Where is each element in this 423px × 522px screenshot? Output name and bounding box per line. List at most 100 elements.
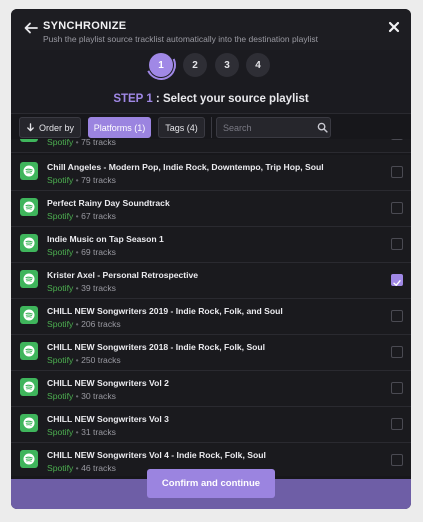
search-input[interactable] [223, 118, 313, 137]
search-icon[interactable] [317, 122, 328, 133]
step-heading: STEP 1 : Select your source playlist [11, 93, 411, 105]
playlist-track-count: 46 tracks [81, 463, 116, 473]
tags-filter-button[interactable]: Tags (4) [158, 117, 205, 138]
spotify-icon [20, 378, 38, 396]
arrow-left-icon[interactable] [23, 20, 39, 36]
close-icon[interactable] [387, 20, 401, 34]
separator-dot: • [73, 391, 82, 401]
separator-dot: • [73, 247, 82, 257]
separator-dot: • [73, 283, 82, 293]
playlist-service: Spotify [47, 247, 74, 257]
playlist-name: Chill Angeles - Modern Pop, Indie Rock, … [47, 162, 324, 172]
playlist-checkbox[interactable] [391, 382, 403, 394]
playlist-meta: Spotify • 46 tracks [47, 463, 116, 473]
step-number: STEP 1 [113, 93, 153, 105]
spotify-icon [20, 198, 38, 216]
separator-dot: • [73, 427, 82, 437]
playlist-service: Spotify [47, 319, 74, 329]
step-4[interactable]: 4 [246, 53, 270, 77]
playlist-list[interactable]: Spotify • 75 tracks Chill Angeles - Moder… [11, 139, 411, 476]
playlist-meta: Spotify • 69 tracks [47, 247, 116, 257]
playlist-track-count: 67 tracks [81, 211, 116, 221]
playlist-row[interactable]: CHILL NEW Songwriters 2018 - Indie Rock,… [11, 335, 411, 371]
playlist-name: CHILL NEW Songwriters Vol 3 [47, 414, 169, 424]
step-instruction: : Select your source playlist [152, 93, 309, 105]
spotify-icon [20, 139, 38, 142]
confirm-button[interactable]: Confirm and continue [147, 469, 275, 498]
playlist-track-count: 79 tracks [81, 175, 116, 185]
spotify-icon [20, 306, 38, 324]
playlist-track-count: 39 tracks [81, 283, 116, 293]
playlist-row[interactable]: CHILL NEW Songwriters Vol 3 Spotify • 31 … [11, 407, 411, 443]
playlist-checkbox[interactable] [391, 202, 403, 214]
playlist-name: Perfect Rainy Day Soundtrack [47, 198, 170, 208]
playlist-service: Spotify [47, 427, 74, 437]
playlist-checkbox[interactable] [391, 166, 403, 178]
playlist-meta: Spotify • 67 tracks [47, 211, 116, 221]
playlist-checkbox[interactable] [391, 139, 403, 140]
playlist-track-count: 206 tracks [81, 319, 121, 329]
playlist-meta: Spotify • 75 tracks [47, 139, 116, 147]
playlist-name: CHILL NEW Songwriters Vol 2 [47, 378, 169, 388]
dialog-subtitle: Push the playlist source tracklist autom… [43, 34, 318, 44]
playlist-row[interactable]: Krister Axel - Personal Retrospective Spo… [11, 263, 411, 299]
playlist-track-count: 75 tracks [81, 139, 116, 147]
step-1[interactable]: 1 [149, 53, 173, 77]
playlist-checkbox[interactable] [391, 346, 403, 358]
playlist-checkbox[interactable] [391, 310, 403, 322]
playlist-meta: Spotify • 31 tracks [47, 427, 116, 437]
playlist-checkbox[interactable] [391, 274, 403, 286]
playlist-row[interactable]: Chill Angeles - Modern Pop, Indie Rock, … [11, 155, 411, 191]
platforms-filter-button[interactable]: Platforms (1) [88, 117, 151, 138]
spotify-icon [20, 342, 38, 360]
search-box[interactable] [216, 117, 331, 138]
playlist-checkbox[interactable] [391, 238, 403, 250]
playlist-service: Spotify [47, 391, 74, 401]
playlist-row[interactable]: Spotify • 75 tracks [11, 139, 411, 153]
playlist-meta: Spotify • 206 tracks [47, 319, 121, 329]
playlist-track-count: 69 tracks [81, 247, 116, 257]
separator-dot: • [73, 175, 82, 185]
playlist-service: Spotify [47, 355, 74, 365]
dialog-title: SYNCHRONIZE [43, 20, 127, 32]
playlist-row[interactable]: CHILL NEW Songwriters 2019 - Indie Rock,… [11, 299, 411, 335]
playlist-service: Spotify [47, 211, 74, 221]
order-by-label: Order by [38, 122, 74, 133]
playlist-row[interactable]: CHILL NEW Songwriters Vol 2 Spotify • 30 … [11, 371, 411, 407]
playlist-row[interactable]: Perfect Rainy Day Soundtrack Spotify • 67… [11, 191, 411, 227]
order-by-button[interactable]: Order by [19, 117, 81, 138]
separator-dot: • [73, 355, 82, 365]
playlist-meta: Spotify • 30 tracks [47, 391, 116, 401]
spotify-icon [20, 162, 38, 180]
separator-dot: • [73, 319, 82, 329]
playlist-row[interactable]: Indie Music on Tap Season 1 Spotify • 69 … [11, 227, 411, 263]
playlist-name: CHILL NEW Songwriters 2018 - Indie Rock,… [47, 342, 266, 352]
spotify-icon [20, 414, 38, 432]
playlist-meta: Spotify • 39 tracks [47, 283, 116, 293]
step-2[interactable]: 2 [183, 53, 207, 77]
separator-dot: • [73, 211, 82, 221]
playlist-meta: Spotify • 79 tracks [47, 175, 116, 185]
playlist-checkbox[interactable] [391, 418, 403, 430]
check-icon [393, 280, 401, 286]
playlist-service: Spotify [47, 463, 74, 473]
playlist-name: Krister Axel - Personal Retrospective [47, 270, 199, 280]
spotify-icon [20, 234, 38, 252]
playlist-track-count: 31 tracks [81, 427, 116, 437]
separator-dot: • [73, 463, 82, 473]
playlist-track-count: 30 tracks [81, 391, 116, 401]
synchronize-dialog: SYNCHRONIZE Push the playlist source tra… [11, 9, 411, 509]
playlist-track-count: 250 tracks [81, 355, 121, 365]
step-3[interactable]: 3 [215, 53, 239, 77]
playlist-service: Spotify [47, 175, 74, 185]
playlist-service: Spotify [47, 283, 74, 293]
dialog-header: SYNCHRONIZE Push the playlist source tra… [11, 9, 411, 50]
playlist-name: CHILL NEW Songwriters 2019 - Indie Rock,… [47, 306, 283, 316]
toolbar-divider [211, 117, 212, 138]
separator-dot: • [73, 139, 82, 147]
playlist-checkbox[interactable] [391, 454, 403, 466]
spotify-icon [20, 450, 38, 468]
playlist-meta: Spotify • 250 tracks [47, 355, 121, 365]
arrow-down-icon [27, 123, 34, 132]
playlist-name: CHILL NEW Songwriters Vol 4 - Indie Rock… [47, 450, 266, 460]
